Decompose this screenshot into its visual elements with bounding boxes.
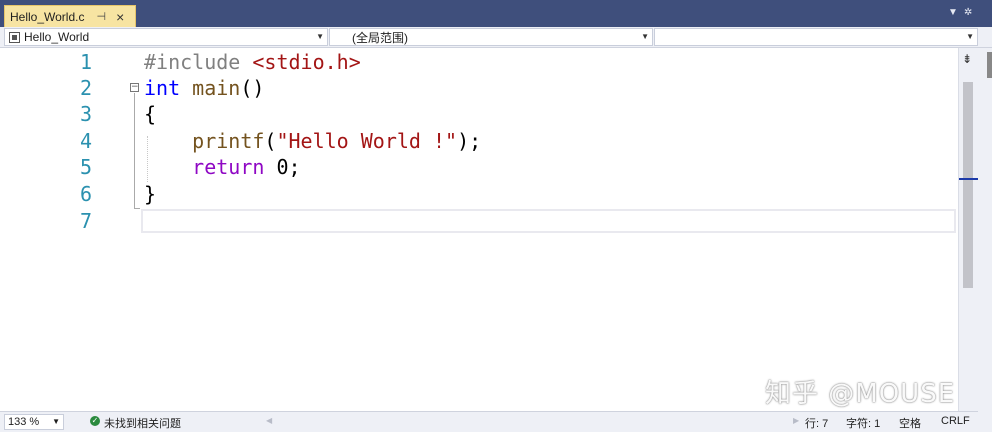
issues-status[interactable]: 未找到相关问题 (104, 415, 181, 431)
fold-guide (134, 93, 135, 209)
scope-dropdown[interactable]: (全局范围) ▼ (329, 28, 653, 46)
parens: () (240, 76, 265, 100)
close-icon[interactable]: × (116, 10, 124, 24)
editor-status-bar: 133 % ▼ ✓ 未找到相关问题 ◀ ▶ 行: 7 字符: 1 空格 CRLF (0, 411, 978, 432)
scroll-left-icon[interactable]: ◀ (266, 416, 272, 425)
scroll-right-icon[interactable]: ▶ (793, 416, 799, 425)
watermark: 知乎 @MOUSE (765, 379, 956, 409)
close-paren: ); (457, 129, 482, 153)
code-line-2[interactable]: int main() (144, 76, 264, 100)
side-panel-edge (978, 48, 992, 432)
document-tab-bar: Hello_World.c ⊣ × ▼ ✲ (0, 0, 992, 27)
type-keyword: int (144, 76, 181, 100)
line-number: 7 (79, 209, 92, 233)
line-number: 6 (79, 182, 92, 206)
line-number: 5 (79, 155, 92, 179)
navigation-bar: Hello_World ▼ (全局范围) ▼ ▼ (0, 27, 992, 48)
line-indicator[interactable]: 行: 7 (805, 415, 828, 431)
vertical-scrollbar[interactable]: ⇟ (958, 48, 979, 411)
line-number: 4 (79, 129, 92, 153)
tab-hello-world[interactable]: Hello_World.c ⊣ × (4, 5, 136, 27)
include-header: <stdio.h> (252, 50, 361, 74)
pin-icon[interactable]: ⊣ (96, 10, 106, 23)
code-line-1[interactable]: #include <stdio.h> (144, 50, 361, 74)
panel-handle[interactable] (987, 52, 992, 78)
zoom-dropdown[interactable]: 133 % ▼ (4, 414, 64, 430)
scrollbar-thumb[interactable] (963, 82, 973, 288)
whitespace-indicator[interactable]: 空格 (899, 415, 921, 431)
code-line-6[interactable]: } (144, 182, 156, 206)
chevron-down-icon: ▼ (966, 32, 974, 41)
return-keyword: return (192, 155, 265, 179)
close-brace: } (144, 182, 157, 206)
chevron-down-icon[interactable]: ▼ (948, 7, 958, 18)
gear-icon[interactable]: ✲ (964, 7, 972, 18)
caret-position-marker (959, 178, 979, 180)
check-icon: ✓ (90, 416, 100, 426)
fold-guide-end (134, 208, 140, 209)
zoom-value: 133 % (8, 416, 40, 428)
function-call: printf (192, 129, 265, 153)
semicolon: ; (288, 155, 301, 179)
chevron-down-icon: ▼ (52, 417, 60, 426)
code-line-5[interactable]: return 0; (144, 155, 301, 179)
open-brace: { (144, 102, 157, 126)
scope-label: (全局范围) (352, 30, 408, 45)
tab-label: Hello_World.c (10, 9, 85, 24)
preprocessor-directive: #include (144, 50, 241, 74)
chevron-down-icon: ▼ (641, 32, 649, 41)
code-line-4[interactable]: printf("Hello World !"); (144, 129, 481, 153)
project-dropdown[interactable]: Hello_World ▼ (4, 28, 328, 46)
line-number: 1 (79, 50, 92, 74)
member-dropdown[interactable]: ▼ (654, 28, 978, 46)
project-label: Hello_World (24, 30, 90, 44)
column-indicator[interactable]: 字符: 1 (846, 415, 880, 431)
eol-indicator[interactable]: CRLF (941, 415, 970, 427)
line-number: 2 (79, 76, 92, 100)
open-paren: ( (264, 129, 277, 153)
current-line-highlight (141, 209, 956, 233)
return-value: 0 (276, 155, 289, 179)
split-icon[interactable]: ⇟ (962, 52, 972, 66)
function-name: main (192, 76, 241, 100)
code-line-3[interactable]: { (144, 102, 156, 126)
string-literal: "Hello World !" (276, 129, 458, 153)
chevron-down-icon: ▼ (316, 32, 324, 41)
line-number: 3 (79, 102, 92, 126)
project-icon (9, 31, 20, 43)
collapse-icon[interactable]: − (130, 83, 139, 92)
